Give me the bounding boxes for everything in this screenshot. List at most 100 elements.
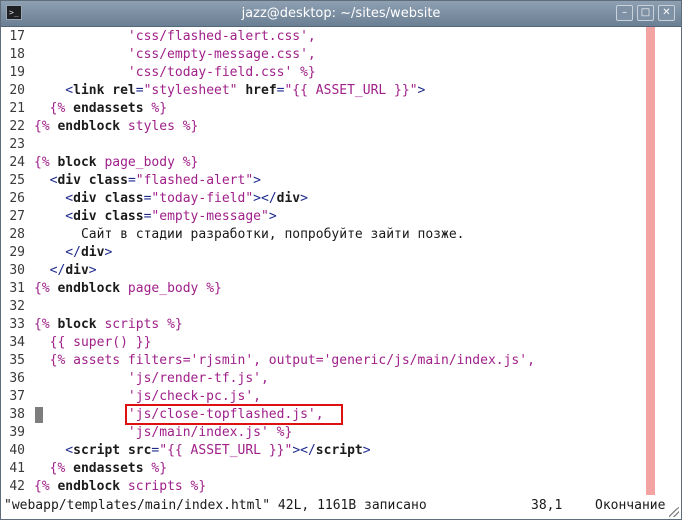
code-token: {% (34, 119, 58, 134)
line-number: 29 (9, 245, 25, 260)
code-line[interactable]: 35 {% assets filters='rjsmin', output='g… (1, 352, 535, 370)
code-line[interactable]: 36 'js/render-tf.js', (1, 370, 269, 388)
code-token: 'js/check-pc.js', (34, 389, 261, 404)
line-number: 33 (9, 317, 25, 332)
code-line[interactable]: 33 {% block scripts %} (1, 316, 182, 334)
code-line[interactable]: 25 <div class="flashed-alert"> (1, 172, 261, 190)
code-line[interactable]: 17 'css/flashed-alert.css', (1, 28, 316, 46)
code-line[interactable]: 39 'js/main/index.js' %} (1, 424, 292, 442)
code-token: href (245, 83, 277, 98)
code-token: {{ super() }} (34, 335, 152, 350)
code-line[interactable]: 30 </div> (1, 262, 97, 280)
code-token: endblock (57, 479, 121, 494)
code-token: {% (34, 155, 58, 170)
code-token: endassets (73, 101, 144, 116)
code-line[interactable]: 19 'css/today-field.css' %} (1, 64, 316, 82)
code-token: > (362, 443, 371, 458)
minimize-button[interactable]: – (616, 5, 633, 21)
code-token: < (34, 443, 74, 458)
code-line[interactable]: 28 Сайт в стадии разработки, попробуйте … (1, 226, 464, 244)
code-token: 'js/main/index.js' %} (34, 425, 293, 440)
code-token: > (253, 173, 261, 188)
maximize-button[interactable]: □ (637, 5, 654, 21)
code-token: "{{ ASSET_URL }}" (284, 83, 418, 98)
code-token: 'css/today-field.css' %} (34, 65, 316, 80)
close-button[interactable]: ✕ (658, 5, 675, 21)
code-line[interactable]: 37 'js/check-pc.js', (1, 388, 261, 406)
code-token: {% (34, 317, 58, 332)
line-number: 18 (9, 47, 25, 62)
code-token: endblock (57, 119, 121, 134)
code-token: "empty-message" (151, 209, 269, 224)
line-number: 34 (9, 335, 25, 350)
line-number: 39 (9, 425, 25, 440)
code-token: {% (34, 101, 74, 116)
code-line[interactable]: 24 {% block page_body %} (1, 154, 198, 172)
code-token: div (73, 191, 97, 206)
code-token: ></ (292, 443, 316, 458)
code-line[interactable]: 34 {{ super() }} (1, 334, 151, 352)
code-token: div (73, 209, 97, 224)
code-token: src (127, 443, 152, 458)
code-token: rel (112, 83, 136, 98)
code-token: "today-field" (151, 191, 254, 206)
code-line[interactable]: 29 </div> (1, 244, 112, 262)
code-token: class (88, 173, 128, 188)
code-line[interactable]: 41 {% endassets %} (1, 460, 167, 478)
code-token: scripts %} (120, 479, 207, 494)
status-cursor-position: 38,1 (531, 498, 563, 513)
line-number: 27 (9, 209, 25, 224)
code-token: 'js/close-topflashed.js', (34, 407, 324, 422)
line-number: 24 (9, 155, 25, 170)
code-token: > (268, 209, 277, 224)
code-line[interactable]: 21 {% endassets %} (1, 100, 167, 118)
code-token: 'css/empty-message.css', (34, 47, 316, 62)
line-number: 25 (9, 173, 25, 188)
resize-grip[interactable] (669, 507, 679, 517)
line-number: 31 (9, 281, 25, 296)
line-number: 30 (9, 263, 25, 278)
code-token: 'js/render-tf.js', (34, 371, 269, 386)
code-token: ></ (253, 191, 277, 206)
vim-editor[interactable]: 17 'css/flashed-alert.css', 18 'css/empty… (1, 27, 681, 495)
code-line[interactable]: 40 <script src="{{ ASSET_URL }}"></scrip… (1, 442, 371, 460)
code-line[interactable]: 18 'css/empty-message.css', (1, 46, 316, 64)
code-token: "{{ ASSET_URL }}" (159, 443, 293, 458)
line-number: 37 (9, 389, 25, 404)
code-line[interactable]: 38 'js/close-topflashed.js', (1, 406, 324, 424)
code-token: "stylesheet" (143, 83, 238, 98)
line-number: 28 (9, 227, 25, 242)
line-number: 40 (9, 443, 25, 458)
code-token: > (417, 83, 426, 98)
code-line[interactable]: 20 <link rel="stylesheet" href="{{ ASSET… (1, 82, 425, 100)
code-token: div (276, 191, 301, 206)
code-line[interactable]: 31 {% endblock page_body %} (1, 280, 222, 298)
code-token: > (300, 191, 308, 206)
code-line[interactable]: 22 {% endblock styles %} (1, 118, 198, 136)
line-number: 35 (9, 353, 25, 368)
line-number: 32 (9, 299, 25, 314)
code-line[interactable]: 26 <div class="today-field"></div> (1, 190, 308, 208)
color-column-marker (646, 27, 655, 495)
code-token: div (80, 245, 105, 260)
code-token: div (57, 173, 81, 188)
title-bar[interactable]: >_ jazz@desktop: ~/sites/website – □ ✕ (1, 1, 681, 27)
code-token: page_body %} (96, 155, 199, 170)
code-token: block (57, 317, 97, 332)
line-number: 22 (9, 119, 25, 134)
code-token: > (88, 263, 97, 278)
code-line[interactable]: 42 {% endblock scripts %} (1, 478, 206, 496)
code-line[interactable]: 27 <div class="empty-message"> (1, 208, 277, 226)
line-number: 42 (9, 479, 25, 494)
code-token: link (73, 83, 105, 98)
code-line[interactable]: 23 (1, 136, 34, 154)
code-token: {% (34, 281, 58, 296)
status-file-info: "webapp/templates/main/index.html" 42L, … (4, 498, 427, 513)
line-number: 26 (9, 191, 25, 206)
code-line[interactable]: 32 (1, 298, 34, 316)
code-token: < (34, 191, 74, 206)
code-token: 'css/flashed-alert.css', (34, 29, 316, 44)
code-token: > (104, 245, 113, 260)
status-scroll-position: Окончание (595, 498, 666, 513)
